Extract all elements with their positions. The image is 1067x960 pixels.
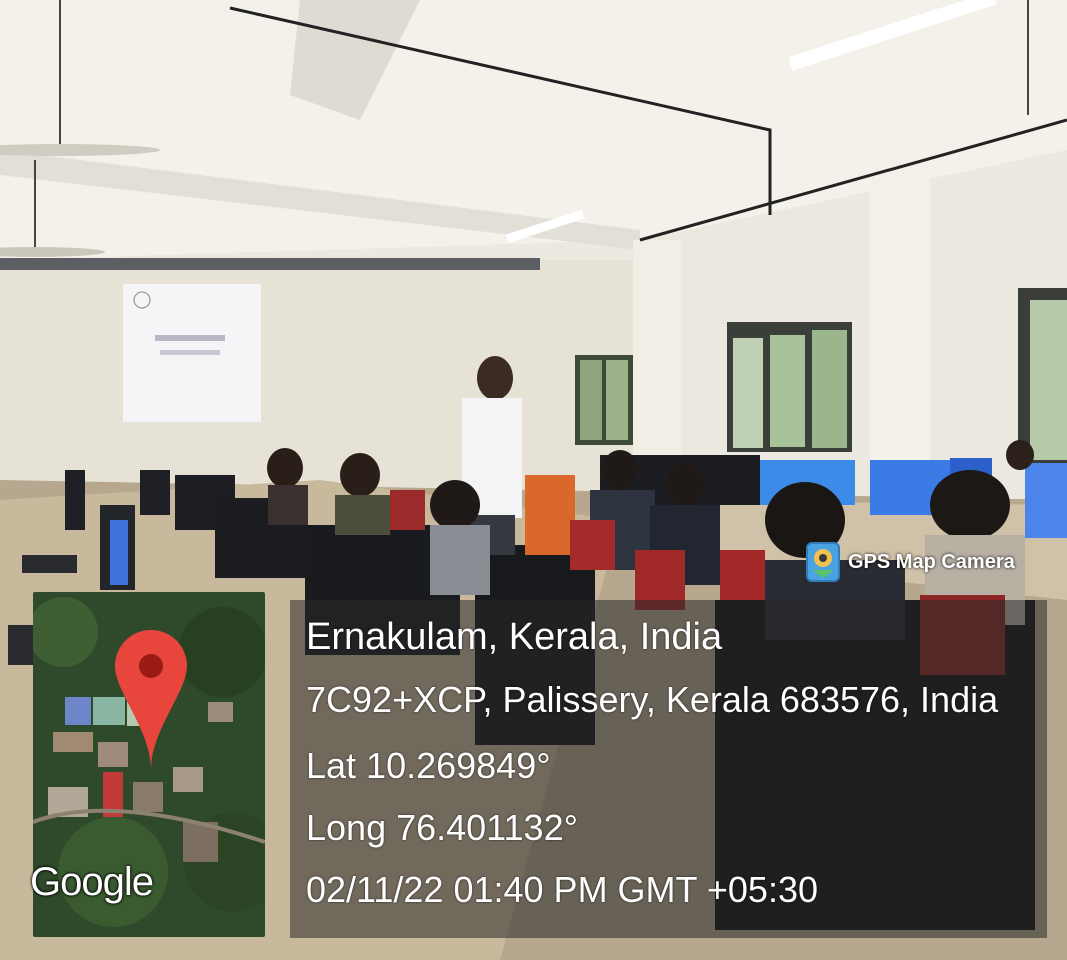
- google-logo: Google: [30, 860, 154, 904]
- location-address: 7C92+XCP, Palissery, Kerala 683576, Indi…: [306, 679, 999, 720]
- datetime-stamp: 02/11/22 01:40 PM GMT +05:30: [306, 869, 818, 910]
- map-pin-icon: [115, 630, 187, 770]
- location-city: Ernakulam, Kerala, India: [306, 616, 723, 658]
- app-badge: GPS Map Camera: [806, 540, 1015, 584]
- app-badge-label: GPS Map Camera: [848, 550, 1015, 573]
- longitude: Long 76.401132°: [306, 807, 578, 848]
- latitude: Lat 10.269849°: [306, 745, 551, 786]
- gps-map-camera-icon: [806, 542, 840, 582]
- geotag-text: Ernakulam, Kerala, India 7C92+XCP, Palis…: [306, 612, 1046, 928]
